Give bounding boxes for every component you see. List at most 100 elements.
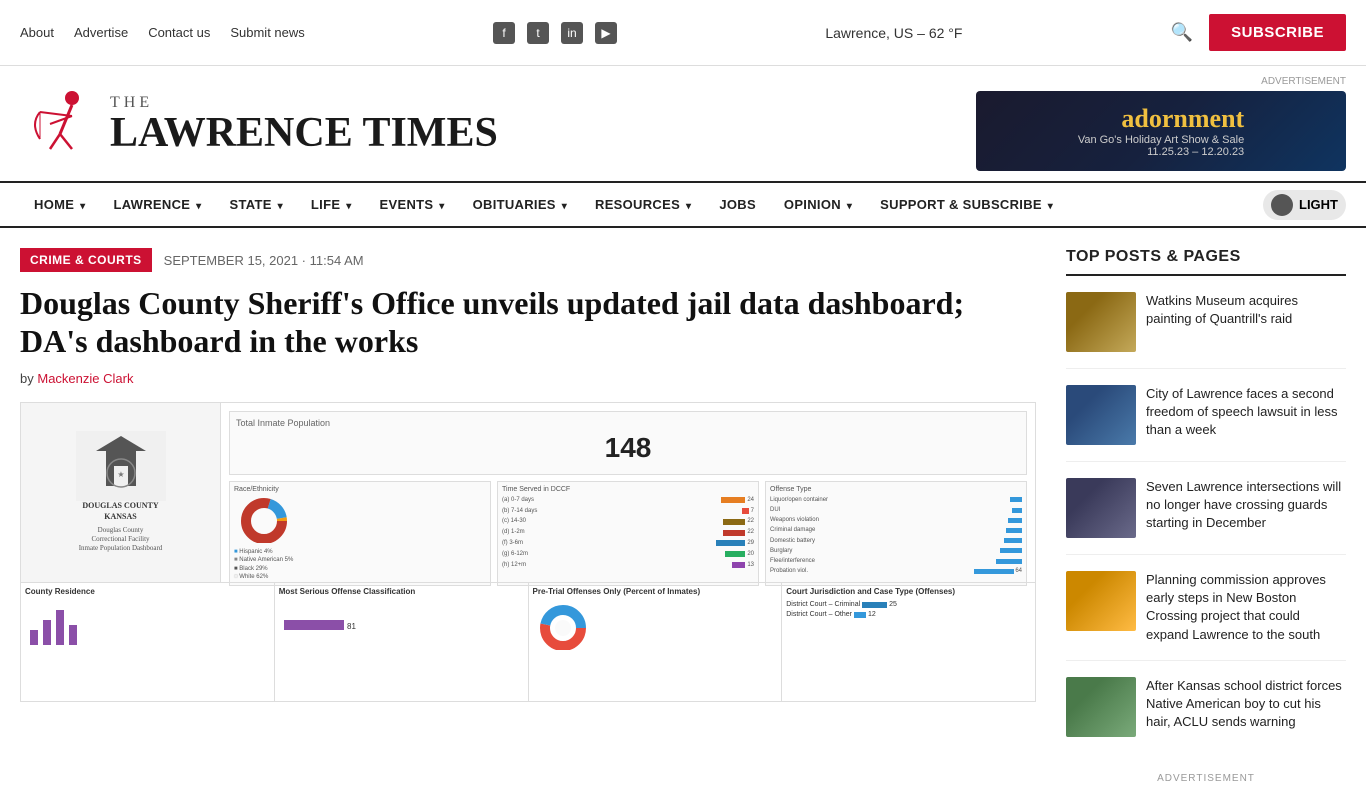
nav-item-support: SUPPORT & SUBSCRIBE ▾ — [866, 183, 1067, 226]
post-title-link[interactable]: City of Lawrence faces a second freedom … — [1146, 385, 1346, 440]
nav-link-state[interactable]: STATE ▾ — [215, 183, 296, 226]
chevron-down-icon: ▾ — [196, 201, 201, 212]
ad-subtitle: Van Go's Holiday Art Show & Sale — [1078, 134, 1244, 146]
stat-number: 148 — [236, 432, 1020, 464]
ad-brand-name: adornment — [1078, 104, 1244, 134]
nav-item-state: STATE ▾ — [215, 183, 296, 226]
stat-title: Total Inmate Population — [236, 418, 1020, 428]
logo-text-block: THE LAWRENCE TIMES — [110, 94, 498, 154]
dashboard-bottom: County Residence Most Serious Offense Cl… — [21, 582, 1035, 701]
dashboard-stats: Total Inmate Population 148 Race/Ethnici… — [221, 403, 1035, 582]
article-category-bar: CRIME & COURTS SEPTEMBER 15, 2021 · 11:5… — [20, 248, 1036, 272]
nav-link-events[interactable]: EVENTS ▾ — [366, 183, 459, 226]
author-link[interactable]: Mackenzie Clark — [37, 371, 133, 386]
top-bar: About Advertise Contact us Submit news f… — [0, 0, 1366, 66]
article-byline: by Mackenzie Clark — [20, 371, 1036, 386]
theme-label: LIGHT — [1299, 197, 1338, 212]
nav-item-lawrence: LAWRENCE ▾ — [99, 183, 215, 226]
nav-item-resources: RESOURCES ▾ — [581, 183, 705, 226]
dashboard-pretrial: Pre-Trial Offenses Only (Percent of Inma… — [529, 583, 783, 701]
post-title-link[interactable]: Seven Lawrence intersections will no lon… — [1146, 478, 1346, 533]
chevron-down-icon: ▾ — [80, 201, 85, 212]
county-chart — [25, 600, 125, 650]
nav-link-obituaries[interactable]: OBITUARIES ▾ — [459, 183, 581, 226]
post-title-link[interactable]: Planning commission approves early steps… — [1146, 571, 1346, 644]
article-date: SEPTEMBER 15, 2021 · 11:54 AM — [164, 253, 364, 268]
sidebar: TOP POSTS & PAGES Watkins Museum acquire… — [1066, 248, 1346, 784]
post-thumbnail — [1066, 571, 1136, 631]
byline-prefix: by — [20, 371, 34, 386]
list-item: Planning commission approves early steps… — [1066, 571, 1346, 661]
list-item: Watkins Museum acquires painting of Quan… — [1066, 292, 1346, 369]
submit-news-link[interactable]: Submit news — [230, 25, 304, 40]
list-item: After Kansas school district forces Nati… — [1066, 677, 1346, 753]
chevron-down-icon: ▾ — [346, 201, 351, 212]
dashboard-caption-3: Inmate Population Dashboard — [79, 544, 163, 553]
nav-item-home: HOME ▾ — [20, 183, 99, 226]
youtube-icon[interactable]: ▶ — [595, 22, 617, 44]
logo-figure — [20, 84, 100, 164]
ad-dates: 11.25.23 – 12.20.23 — [1078, 146, 1244, 158]
post-title-link[interactable]: Watkins Museum acquires painting of Quan… — [1146, 292, 1346, 328]
toggle-dot — [1271, 194, 1293, 216]
dashboard-mockup: ★ DOUGLAS COUNTYKANSAS Douglas County Co… — [21, 403, 1035, 701]
nav-link-home[interactable]: HOME ▾ — [20, 183, 99, 226]
ad-label-text: ADVERTISEMENT — [976, 76, 1346, 87]
contact-link[interactable]: Contact us — [148, 25, 210, 40]
nav-item-opinion: OPINION ▾ — [770, 183, 866, 226]
pretrial-chart — [533, 600, 613, 650]
dashboard-offense-class: Most Serious Offense Classification 81 — [275, 583, 529, 701]
search-button[interactable]: 🔍 — [1171, 22, 1193, 43]
post-thumbnail — [1066, 677, 1136, 737]
logo-area[interactable]: THE LAWRENCE TIMES — [20, 84, 498, 164]
instagram-icon[interactable]: in — [561, 22, 583, 44]
dashboard-caption-2: Correctional Facility — [91, 535, 149, 544]
post-thumbnail — [1066, 292, 1136, 352]
nav-item-events: EVENTS ▾ — [366, 183, 459, 226]
race-chart — [234, 493, 294, 543]
chevron-down-icon: ▾ — [1048, 201, 1053, 212]
nav-list: HOME ▾ LAWRENCE ▾ STATE ▾ LIFE ▾ EVENTS … — [20, 183, 1346, 226]
svg-text:★: ★ — [117, 470, 124, 479]
nav-item-life: LIFE ▾ — [297, 183, 366, 226]
nav-link-life[interactable]: LIFE ▾ — [297, 183, 366, 226]
sidebar-ad-label: ADVERTISEMENT — [1066, 773, 1346, 784]
list-item: Seven Lawrence intersections will no lon… — [1066, 478, 1346, 555]
nav-link-opinion[interactable]: OPINION ▾ — [770, 183, 866, 226]
nav-link-resources[interactable]: RESOURCES ▾ — [581, 183, 705, 226]
chevron-down-icon: ▾ — [278, 201, 283, 212]
logo-name: LAWRENCE TIMES — [110, 110, 498, 156]
dashboard-top: ★ DOUGLAS COUNTYKANSAS Douglas County Co… — [21, 403, 1035, 582]
advertise-link[interactable]: Advertise — [74, 25, 128, 40]
list-item: City of Lawrence faces a second freedom … — [1066, 385, 1346, 462]
chevron-down-icon: ▾ — [562, 201, 567, 212]
article-area: CRIME & COURTS SEPTEMBER 15, 2021 · 11:5… — [20, 248, 1036, 784]
theme-toggle-item: LIGHT — [1263, 190, 1346, 220]
ad-inner: adornment Van Go's Holiday Art Show & Sa… — [1062, 94, 1260, 168]
weather-display: Lawrence, US – 62 °F — [805, 25, 982, 41]
nav-link-support[interactable]: SUPPORT & SUBSCRIBE ▾ — [866, 183, 1067, 226]
site-header: THE LAWRENCE TIMES ADVERTISEMENT adornme… — [0, 66, 1366, 181]
nav-link-jobs[interactable]: JOBS — [705, 183, 770, 226]
main-nav: HOME ▾ LAWRENCE ▾ STATE ▾ LIFE ▾ EVENTS … — [0, 181, 1366, 228]
dashboard-caption: Douglas County — [98, 526, 144, 535]
category-badge[interactable]: CRIME & COURTS — [20, 248, 152, 272]
sidebar-title: TOP POSTS & PAGES — [1066, 248, 1346, 276]
sidebar-posts-list: Watkins Museum acquires painting of Quan… — [1066, 292, 1346, 753]
post-title-link[interactable]: After Kansas school district forces Nati… — [1146, 677, 1346, 732]
top-bar-links: About Advertise Contact us Submit news — [20, 25, 305, 40]
dashboard-left-col: ★ DOUGLAS COUNTYKANSAS Douglas County Co… — [21, 403, 221, 582]
nav-item-obituaries: OBITUARIES ▾ — [459, 183, 581, 226]
facebook-icon[interactable]: f — [493, 22, 515, 44]
chevron-down-icon: ▾ — [847, 201, 852, 212]
ad-banner[interactable]: adornment Van Go's Holiday Art Show & Sa… — [976, 91, 1346, 171]
theme-toggle-button[interactable]: LIGHT — [1263, 190, 1346, 220]
social-icons: f t in ▶ — [493, 22, 617, 44]
nav-link-lawrence[interactable]: LAWRENCE ▾ — [99, 183, 215, 226]
subscribe-button[interactable]: SUBSCRIBE — [1209, 14, 1346, 51]
about-link[interactable]: About — [20, 25, 54, 40]
offense-chart: 81 — [279, 600, 379, 650]
dashboard-court: Court Jurisdiction and Case Type (Offens… — [782, 583, 1035, 701]
county-logo-svg: ★ — [76, 431, 166, 501]
twitter-icon[interactable]: t — [527, 22, 549, 44]
